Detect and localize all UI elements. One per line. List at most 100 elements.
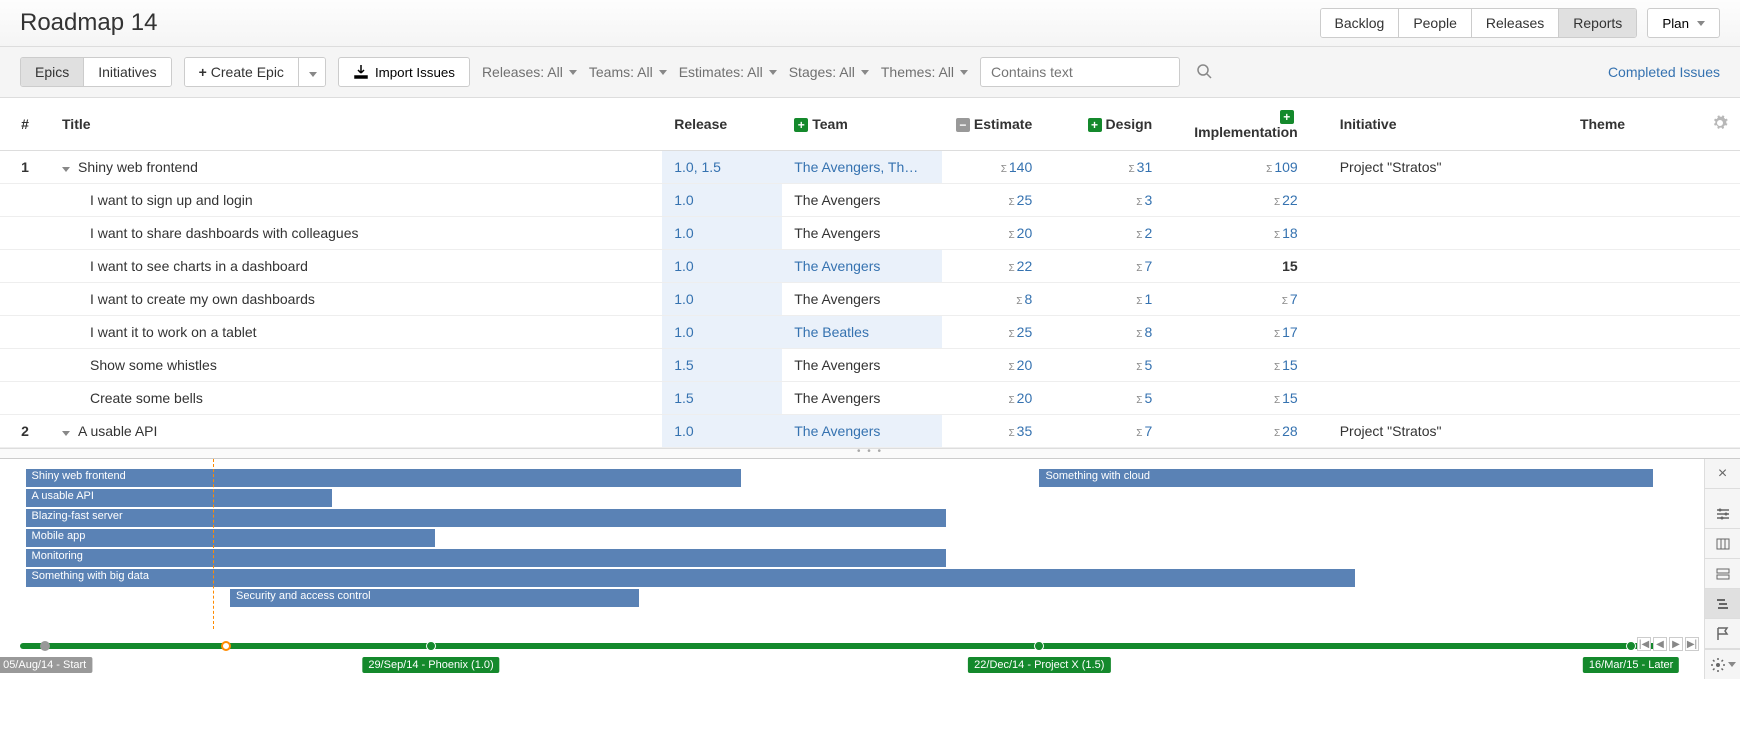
row-est[interactable]: Σ25 xyxy=(942,184,1062,217)
gantt-bar[interactable]: Blazing-fast server xyxy=(26,509,946,527)
row-release[interactable]: 1.0 xyxy=(662,415,782,448)
row-title[interactable]: Shiny web frontend xyxy=(50,151,662,184)
plan-dropdown[interactable]: Plan xyxy=(1647,8,1720,38)
row-theme[interactable] xyxy=(1568,184,1700,217)
table-row[interactable]: I want it to work on a tablet1.0The Beat… xyxy=(0,316,1740,349)
search-input[interactable] xyxy=(980,57,1180,87)
gantt-bar[interactable]: Something with cloud xyxy=(1039,469,1652,487)
tab-reports[interactable]: Reports xyxy=(1559,9,1636,37)
row-imp[interactable]: Σ28 xyxy=(1182,415,1327,448)
table-row[interactable]: I want to create my own dashboards1.0The… xyxy=(0,283,1740,316)
row-title[interactable]: I want to see charts in a dashboard xyxy=(50,250,662,283)
gantt-bar[interactable]: Monitoring xyxy=(26,549,946,567)
row-team[interactable]: The Avengers xyxy=(782,250,942,283)
row-initiative[interactable]: Project "Stratos" xyxy=(1328,151,1568,184)
row-des[interactable]: Σ1 xyxy=(1062,283,1182,316)
row-initiative[interactable] xyxy=(1328,283,1568,316)
import-issues-button[interactable]: Import Issues xyxy=(338,57,470,87)
tab-releases[interactable]: Releases xyxy=(1472,9,1559,37)
split-handle[interactable]: • • • xyxy=(0,448,1740,458)
row-est[interactable]: Σ25 xyxy=(942,316,1062,349)
row-des[interactable]: Σ31 xyxy=(1062,151,1182,184)
table-row[interactable]: 1Shiny web frontend1.0, 1.5The Avengers,… xyxy=(0,151,1740,184)
row-est[interactable]: Σ22 xyxy=(942,250,1062,283)
row-est[interactable]: Σ20 xyxy=(942,217,1062,250)
row-des[interactable]: Σ5 xyxy=(1062,382,1182,415)
row-team[interactable]: The Avengers xyxy=(782,382,942,415)
row-initiative[interactable] xyxy=(1328,316,1568,349)
row-release[interactable]: 1.0 xyxy=(662,250,782,283)
row-title[interactable]: I want to share dashboards with colleagu… xyxy=(50,217,662,250)
rail-view-2[interactable] xyxy=(1705,529,1740,559)
timeline-nav-prev[interactable]: ◀ xyxy=(1653,637,1667,651)
row-release[interactable]: 1.5 xyxy=(662,382,782,415)
row-team[interactable]: The Avengers xyxy=(782,184,942,217)
row-theme[interactable] xyxy=(1568,316,1700,349)
timeline-nav-last[interactable]: ▶| xyxy=(1685,637,1699,651)
row-imp[interactable]: Σ7 xyxy=(1182,283,1327,316)
gantt-bar[interactable]: Something with big data xyxy=(26,569,1355,587)
row-team[interactable]: The Avengers xyxy=(782,217,942,250)
table-row[interactable]: I want to sign up and login1.0The Avenge… xyxy=(0,184,1740,217)
row-est[interactable]: Σ20 xyxy=(942,382,1062,415)
gantt-bar[interactable]: Shiny web frontend xyxy=(26,469,742,487)
col-title[interactable]: Title xyxy=(50,98,662,151)
col-theme[interactable]: Theme xyxy=(1568,98,1700,151)
completed-issues-link[interactable]: Completed Issues xyxy=(1608,64,1720,80)
close-pane-button[interactable]: × xyxy=(1705,459,1740,489)
col-number[interactable]: # xyxy=(0,98,50,151)
row-theme[interactable] xyxy=(1568,250,1700,283)
search-button[interactable] xyxy=(1192,59,1216,86)
filter-estimates[interactable]: Estimates: All xyxy=(679,64,777,80)
row-team[interactable]: The Avengers xyxy=(782,283,942,316)
row-des[interactable]: Σ7 xyxy=(1062,415,1182,448)
row-initiative[interactable] xyxy=(1328,250,1568,283)
row-des[interactable]: Σ3 xyxy=(1062,184,1182,217)
create-epic-dropdown[interactable] xyxy=(299,58,325,86)
row-imp[interactable]: Σ17 xyxy=(1182,316,1327,349)
rail-view-4[interactable] xyxy=(1705,589,1740,619)
row-des[interactable]: Σ8 xyxy=(1062,316,1182,349)
col-estimate[interactable]: −Estimate xyxy=(942,98,1062,151)
timeline-nav-first[interactable]: |◀ xyxy=(1637,637,1651,651)
gantt-bar[interactable]: A usable API xyxy=(26,489,333,507)
row-des[interactable]: Σ5 xyxy=(1062,349,1182,382)
row-title[interactable]: Create some bells xyxy=(50,382,662,415)
row-des[interactable]: Σ7 xyxy=(1062,250,1182,283)
row-imp[interactable]: Σ18 xyxy=(1182,217,1327,250)
row-team[interactable]: The Avengers, Th… xyxy=(782,151,942,184)
tab-people[interactable]: People xyxy=(1399,9,1472,37)
row-title[interactable]: A usable API xyxy=(50,415,662,448)
row-theme[interactable] xyxy=(1568,382,1700,415)
row-title[interactable]: I want to sign up and login xyxy=(50,184,662,217)
row-title[interactable]: I want to create my own dashboards xyxy=(50,283,662,316)
row-des[interactable]: Σ2 xyxy=(1062,217,1182,250)
row-team[interactable]: The Avengers xyxy=(782,349,942,382)
row-team[interactable]: The Beatles xyxy=(782,316,942,349)
view-initiatives-button[interactable]: Initiatives xyxy=(84,58,170,86)
col-initiative[interactable]: Initiative xyxy=(1328,98,1568,151)
table-row[interactable]: Show some whistles1.5The AvengersΣ20Σ5Σ1… xyxy=(0,349,1740,382)
row-title[interactable]: I want it to work on a tablet xyxy=(50,316,662,349)
row-est[interactable]: Σ140 xyxy=(942,151,1062,184)
timeline-marker[interactable] xyxy=(221,641,231,651)
row-release[interactable]: 1.0 xyxy=(662,217,782,250)
view-epics-button[interactable]: Epics xyxy=(21,58,84,86)
filter-stages[interactable]: Stages: All xyxy=(789,64,869,80)
row-imp[interactable]: Σ22 xyxy=(1182,184,1327,217)
create-epic-button[interactable]: + Create Epic xyxy=(185,58,299,86)
timeline-marker[interactable] xyxy=(426,641,436,651)
row-initiative[interactable] xyxy=(1328,382,1568,415)
col-settings[interactable] xyxy=(1700,98,1740,151)
rail-view-3[interactable] xyxy=(1705,559,1740,589)
table-row[interactable]: I want to see charts in a dashboard1.0Th… xyxy=(0,250,1740,283)
tab-backlog[interactable]: Backlog xyxy=(1321,9,1400,37)
row-imp[interactable]: 15 xyxy=(1182,250,1327,283)
row-imp[interactable]: Σ15 xyxy=(1182,382,1327,415)
col-release[interactable]: Release xyxy=(662,98,782,151)
filter-themes[interactable]: Themes: All xyxy=(881,64,968,80)
row-est[interactable]: Σ35 xyxy=(942,415,1062,448)
row-release[interactable]: 1.0 xyxy=(662,184,782,217)
col-design[interactable]: +Design xyxy=(1062,98,1182,151)
timeline-marker[interactable] xyxy=(1626,641,1636,651)
